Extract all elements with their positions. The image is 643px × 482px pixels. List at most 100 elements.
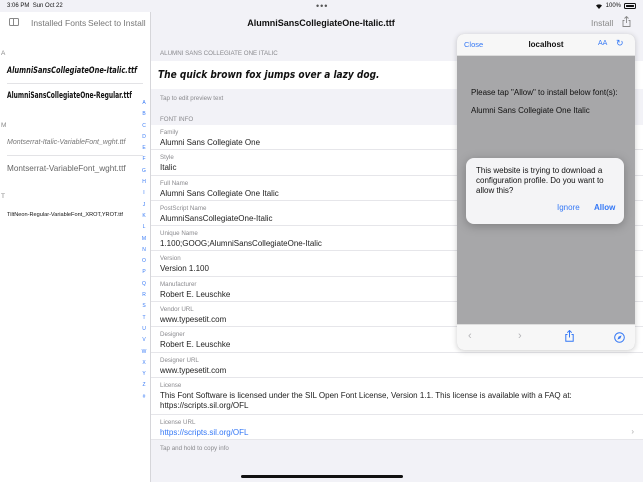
info-row-license[interactable]: License This Font Software is licensed un…	[151, 378, 643, 415]
sidebar-toggle-icon[interactable]	[9, 18, 19, 26]
index-letter[interactable]: I	[139, 188, 149, 199]
ignore-button[interactable]: Ignore	[557, 203, 580, 212]
download-profile-alert: This website is trying to download a con…	[466, 158, 624, 224]
safari-nav-bar: Close localhost AA ↻	[457, 34, 635, 56]
index-letter[interactable]: Q	[139, 279, 149, 290]
font-item[interactable]: TiltNeon-Regular-VariableFont_XROT,YROT.…	[7, 212, 123, 218]
info-value: Robert E. Leuschke	[160, 289, 231, 299]
info-value: Alumni Sans Collegiate One	[160, 138, 261, 147]
share-icon[interactable]	[565, 330, 574, 342]
info-row-designer-url[interactable]: Designer URL www.typesetit.com	[151, 353, 643, 378]
index-letter[interactable]: G	[139, 166, 149, 177]
info-key: Full Name	[160, 179, 189, 187]
info-value: www.typesetit.com	[160, 315, 227, 325]
index-letter[interactable]: D	[139, 132, 149, 143]
index-letter[interactable]: N	[139, 245, 149, 256]
sidebar: Installed Fonts Select to Install A Alum…	[0, 12, 151, 482]
back-icon[interactable]: ‹	[468, 330, 472, 342]
status-bar: 3:06 PM Sun Oct 22 ••• 100%	[0, 0, 643, 12]
index-letter[interactable]: M	[139, 234, 149, 245]
preview-section-label: ALUMNI SANS COLLEGIATE ONE ITALIC	[160, 50, 278, 57]
info-key: Version	[160, 255, 181, 263]
compass-icon[interactable]	[614, 332, 625, 343]
index-letter[interactable]: J	[139, 200, 149, 211]
info-value: AlumniSansCollegiateOne-Italic	[160, 213, 273, 223]
info-key: Family	[160, 129, 179, 136]
info-row-license-url[interactable]: License URL https://scripts.sil.org/OFL ›	[151, 415, 643, 441]
battery-percent: 100%	[605, 3, 621, 9]
section-header-t: T	[1, 193, 5, 200]
section-index-bar[interactable]: A B C D E F G H I J K L M N O P Q R S T U V W X Y Z #	[139, 98, 149, 403]
license-url-link[interactable]: https://scripts.sil.org/OFL	[160, 428, 248, 437]
preview-sample-text[interactable]: The quick brown fox jumps over a lazy do…	[158, 69, 379, 81]
font-item[interactable]: Montserrat-Italic-VariableFont_wght.ttf	[7, 139, 125, 146]
info-key: Vendor URL	[160, 306, 194, 314]
install-button[interactable]: Install	[591, 18, 613, 28]
page-title: AlumniSansCollegiateOne-Italic.ttf	[247, 18, 395, 28]
safari-close-button[interactable]: Close	[464, 40, 483, 49]
home-indicator[interactable]	[241, 475, 403, 478]
status-time: 3:06 PM Sun Oct 22	[7, 3, 63, 9]
divider	[7, 155, 143, 156]
section-header-a: A	[1, 50, 6, 57]
info-value: Italic	[160, 163, 177, 173]
index-letter[interactable]: W	[139, 347, 149, 358]
info-key: Manufacturer	[160, 280, 197, 288]
info-key: Designer URL	[160, 356, 199, 364]
share-icon[interactable]	[622, 16, 631, 27]
allow-button[interactable]: Allow	[594, 203, 615, 212]
forward-icon[interactable]: ›	[518, 330, 522, 342]
index-letter[interactable]: R	[139, 290, 149, 301]
install-instruction: Please tap "Allow" to install below font…	[471, 88, 618, 97]
font-item[interactable]: AlumniSansCollegiateOne-Italic.ttf	[7, 66, 137, 76]
index-letter[interactable]: K	[139, 211, 149, 222]
font-item[interactable]: AlumniSansCollegiateOne-Regular.ttf	[7, 91, 132, 101]
tab-select-to-install[interactable]: Select to Install	[88, 18, 146, 28]
alert-message: This website is trying to download a con…	[476, 166, 604, 195]
index-letter[interactable]: V	[139, 335, 149, 346]
safari-toolbar: ‹ ›	[457, 324, 635, 350]
chevron-right-icon: ›	[631, 426, 634, 436]
section-header-m: M	[1, 122, 7, 129]
index-letter[interactable]: B	[139, 109, 149, 120]
index-letter[interactable]: O	[139, 256, 149, 267]
reload-icon[interactable]: ↻	[616, 38, 624, 49]
index-letter[interactable]: L	[139, 222, 149, 233]
info-value: 1.100;GOOG;AlumniSansCollegiateOne-Itali…	[160, 239, 322, 249]
index-letter[interactable]: F	[139, 154, 149, 165]
status-time-text: 3:06 PM	[7, 3, 30, 9]
font-info-section-label: FONT INFO	[160, 116, 194, 123]
index-letter[interactable]: E	[139, 143, 149, 154]
index-letter[interactable]: H	[139, 177, 149, 188]
index-letter[interactable]: U	[139, 324, 149, 335]
info-value: Version 1.100	[160, 264, 209, 274]
info-value: www.typesetit.com	[160, 365, 227, 375]
info-key: Designer	[160, 331, 185, 339]
font-item[interactable]: Montserrat-VariableFont_wght.ttf	[7, 164, 126, 173]
index-letter[interactable]: Z	[139, 380, 149, 391]
info-value: Robert E. Leuschke	[160, 340, 231, 350]
index-letter[interactable]: P	[139, 267, 149, 278]
index-letter[interactable]: Y	[139, 369, 149, 380]
info-key: License	[160, 381, 182, 389]
copy-hint: Tap and hold to copy info	[160, 445, 229, 452]
index-letter[interactable]: C	[139, 121, 149, 132]
sidebar-toolbar: Installed Fonts Select to Install	[0, 16, 151, 32]
wifi-icon	[595, 4, 602, 9]
index-letter[interactable]: S	[139, 301, 149, 312]
safari-host: localhost	[528, 40, 564, 49]
text-size-button[interactable]: AA	[598, 40, 607, 47]
install-font-name: Alumni Sans Collegiate One Italic	[471, 106, 590, 115]
info-key: Style	[160, 154, 174, 162]
multitask-dots[interactable]: •••	[316, 2, 328, 11]
index-letter[interactable]: #	[139, 392, 149, 403]
index-letter[interactable]: X	[139, 358, 149, 369]
preview-hint: Tap to edit preview text	[160, 95, 224, 102]
info-key: License URL	[160, 418, 196, 426]
index-letter[interactable]: A	[139, 98, 149, 109]
tab-installed-fonts[interactable]: Installed Fonts	[31, 18, 86, 28]
info-key: PostScript Name	[160, 204, 207, 212]
status-date-text: Sun Oct 22	[32, 3, 63, 9]
info-value: Alumni Sans Collegiate One Italic	[160, 188, 279, 198]
index-letter[interactable]: T	[139, 313, 149, 324]
